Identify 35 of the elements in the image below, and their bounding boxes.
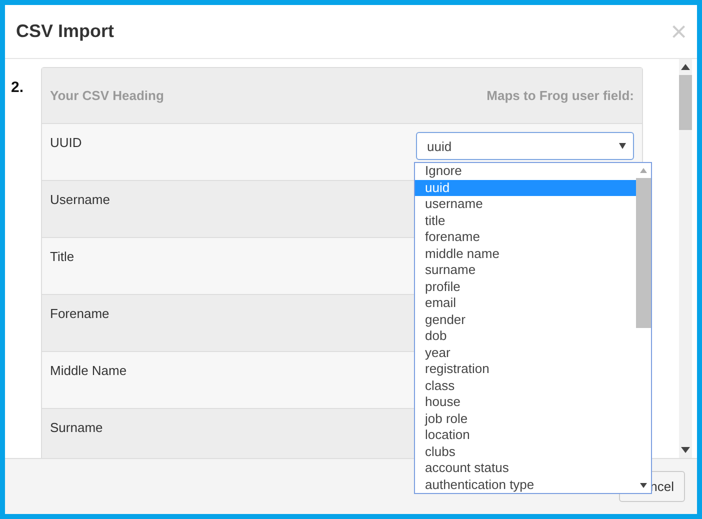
dropdown-option[interactable]: title [415,212,636,229]
arrow-up-icon[interactable] [681,64,690,70]
csv-heading: UUID [50,135,82,150]
csv-heading: Middle Name [50,363,127,378]
dropdown-option[interactable]: Ignore [415,163,636,180]
dropdown-option[interactable]: job role [415,410,636,427]
arrow-down-icon[interactable] [681,447,690,453]
dropdown-option[interactable]: profile [415,278,636,295]
csv-heading: Title [50,249,74,264]
caret-icon [619,143,626,149]
csv-heading: Surname [50,420,103,435]
dropdown-option[interactable]: gender [415,312,636,328]
dropdown-option[interactable]: username [415,196,636,212]
dialog-title: CSV Import [16,21,114,42]
dropdown-option[interactable]: dob [415,328,636,344]
scrollbar-thumb[interactable] [679,75,692,130]
dropdown-option[interactable]: forename [415,229,636,246]
dropdown-option[interactable]: email [415,295,636,312]
dropdown-option[interactable]: class [415,378,636,394]
dropdown-option[interactable]: year [415,344,636,361]
arrow-down-icon[interactable] [640,483,647,488]
scrollbar[interactable] [679,59,692,458]
csv-heading: Username [50,192,110,207]
dropdown-option[interactable]: location [415,427,636,444]
csv-heading: Forename [50,306,110,321]
scrollbar-thumb[interactable] [636,178,651,328]
dropdown-option[interactable]: clubs [415,444,636,460]
column-header: Your CSV Heading [50,88,164,103]
dropdown-option[interactable]: registration [415,361,636,378]
dropdown-option[interactable]: surname [415,262,636,278]
dropdown-option[interactable]: house [415,394,636,410]
field-select[interactable]: uuid [416,132,634,160]
dropdown-option[interactable]: middle name [415,246,636,262]
step-number: 2. [11,79,25,96]
column-header: Maps to Frog user field: [486,88,634,103]
